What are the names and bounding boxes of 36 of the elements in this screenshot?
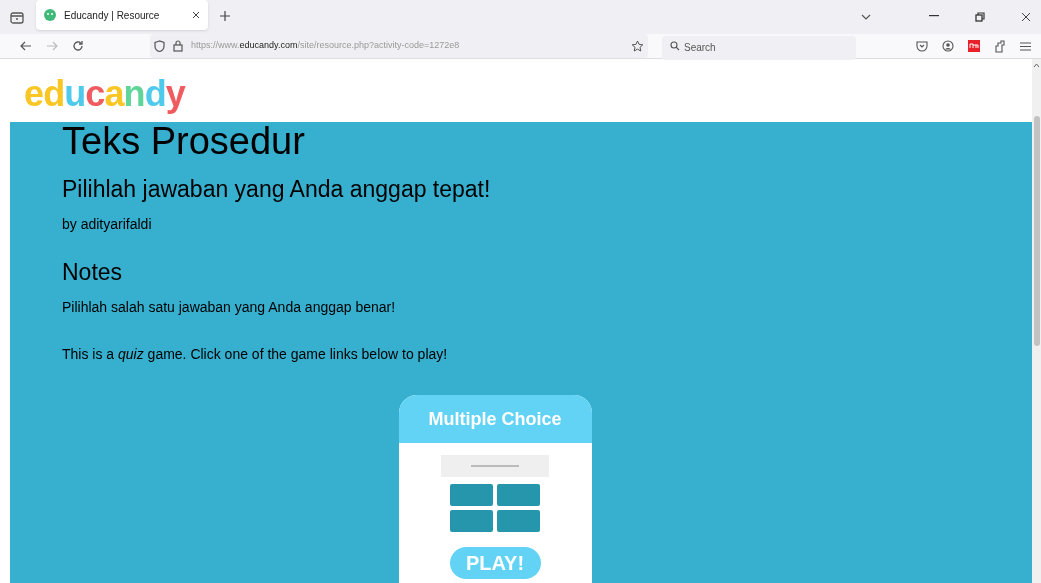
play-button[interactable]: PLAY! <box>449 547 541 579</box>
extensions-icon[interactable] <box>994 39 1006 53</box>
search-field[interactable]: Search <box>662 35 856 60</box>
subtitle: Pilihlah jawaban yang Anda anggap tepat! <box>62 175 492 204</box>
menu-icon[interactable] <box>1020 41 1031 51</box>
scrollbar-thumb[interactable] <box>1033 116 1040 346</box>
notes-heading: Notes <box>62 257 124 287</box>
restore-icon[interactable] <box>975 12 985 22</box>
tab-list-icon[interactable] <box>10 11 24 24</box>
tab-title: Educandy | Resource <box>64 8 161 23</box>
close-icon[interactable] <box>1021 12 1031 22</box>
intro-text: This is a quiz game. Click one of the game links below to play! <box>62 345 449 364</box>
chevron-down-icon[interactable] <box>861 14 871 20</box>
close-tab-icon[interactable] <box>192 11 200 19</box>
browser-tab[interactable]: Educandy | Resource <box>36 0 208 30</box>
reload-icon[interactable] <box>72 40 84 52</box>
account-icon[interactable] <box>942 40 954 52</box>
back-icon[interactable] <box>20 41 32 51</box>
game-card[interactable]: Multiple Choice PLAY! <box>398 395 592 583</box>
minimize-icon[interactable] <box>929 15 939 17</box>
pocket-icon[interactable] <box>916 40 928 52</box>
url-text: https://www.educandy.com/site/resource.php?activity-code=1272e8 <box>191 39 460 53</box>
game-title: Multiple Choice <box>398 395 592 443</box>
scroll-up-icon[interactable] <box>1033 63 1040 68</box>
search-icon <box>670 41 680 51</box>
site-favicon-icon <box>44 9 56 21</box>
shield-icon[interactable] <box>154 40 165 52</box>
author-text: by adityarifaldi <box>62 214 153 234</box>
educandy-logo[interactable]: educandy <box>24 75 185 112</box>
lock-icon <box>173 40 183 52</box>
star-icon[interactable] <box>631 40 644 52</box>
address-bar[interactable]: https://www.educandy.com/site/resource.php?activity-code=1272e8 <box>150 34 648 58</box>
new-tab-icon[interactable] <box>220 11 230 21</box>
page-title: Teks Prosedur <box>62 121 306 161</box>
extension-icon[interactable] <box>968 40 980 52</box>
notes-text: Pilihlah salah satu jawaban yang Anda anggap benar! <box>62 298 397 317</box>
